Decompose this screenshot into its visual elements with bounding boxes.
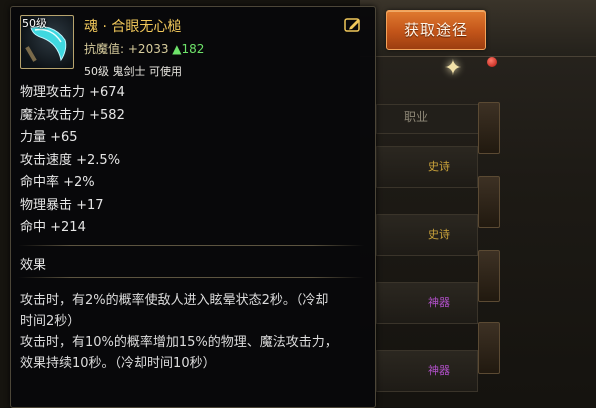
rarity-tag: 神器 — [428, 296, 450, 309]
stat-list: 物理攻击力 +674 魔法攻击力 +582 力量 +65 攻击速度 +2.5% … — [20, 82, 125, 240]
stat-line: 物理暴击 +17 — [20, 197, 104, 213]
edit-icon[interactable] — [344, 17, 362, 33]
anti-magic-increase: ▲182 — [172, 42, 205, 56]
item-name: 魂 · 合眼无心槌 — [84, 19, 182, 35]
rarity-tag: 史诗 — [428, 228, 450, 241]
anti-magic-row: 抗魔值: +2033 ▲182 — [84, 40, 204, 57]
stat-line: 命中 +214 — [20, 220, 86, 235]
requirement-text: 50级 鬼剑士 可使用 — [84, 65, 182, 78]
rarity-tag: 神器 — [428, 364, 450, 377]
background-list-row[interactable] — [376, 214, 478, 256]
stat-line: 命中率 +2% — [20, 175, 95, 190]
rarity-tag: 史诗 — [428, 160, 450, 173]
background-list-row[interactable] — [376, 282, 478, 324]
background-list-row[interactable] — [376, 350, 478, 392]
anti-magic-label: 抗魔值: — [84, 42, 125, 56]
stat-line: 物理攻击力 +674 — [20, 85, 125, 100]
sparkle-icon: ✦ — [443, 56, 463, 81]
anti-magic-value: +2033 — [127, 42, 169, 56]
equipment-thumbnail[interactable] — [478, 176, 500, 228]
stat-line: 力量 +65 — [20, 130, 78, 145]
background-header-label: 职业 — [404, 110, 429, 124]
background-list-row[interactable] — [376, 146, 478, 188]
effect-heading: 效果 — [20, 258, 47, 273]
effect-text-line: 攻击时，有2%的概率使敌人进入眩晕状态2秒。（冷却 — [20, 293, 329, 308]
section-divider — [18, 277, 364, 278]
section-divider — [18, 245, 364, 246]
item-level-badge: 50级 — [22, 17, 47, 30]
equipment-thumbnail[interactable] — [478, 250, 500, 302]
stat-line: 攻击速度 +2.5% — [20, 152, 121, 168]
effect-text-line: 时间2秒） — [20, 314, 81, 329]
effect-text-line: 攻击时，有10%的概率增加15%的物理、魔法攻击力， — [20, 335, 338, 350]
effect-text-line: 效果持续10秒。（冷却时间10秒） — [20, 356, 216, 371]
stat-line: 魔法攻击力 +582 — [20, 107, 125, 123]
equipment-thumbnail[interactable] — [478, 322, 500, 374]
equipment-thumbnail[interactable] — [478, 102, 500, 154]
notification-dot — [487, 57, 497, 67]
get-source-button[interactable]: 获取途径 — [386, 10, 486, 50]
